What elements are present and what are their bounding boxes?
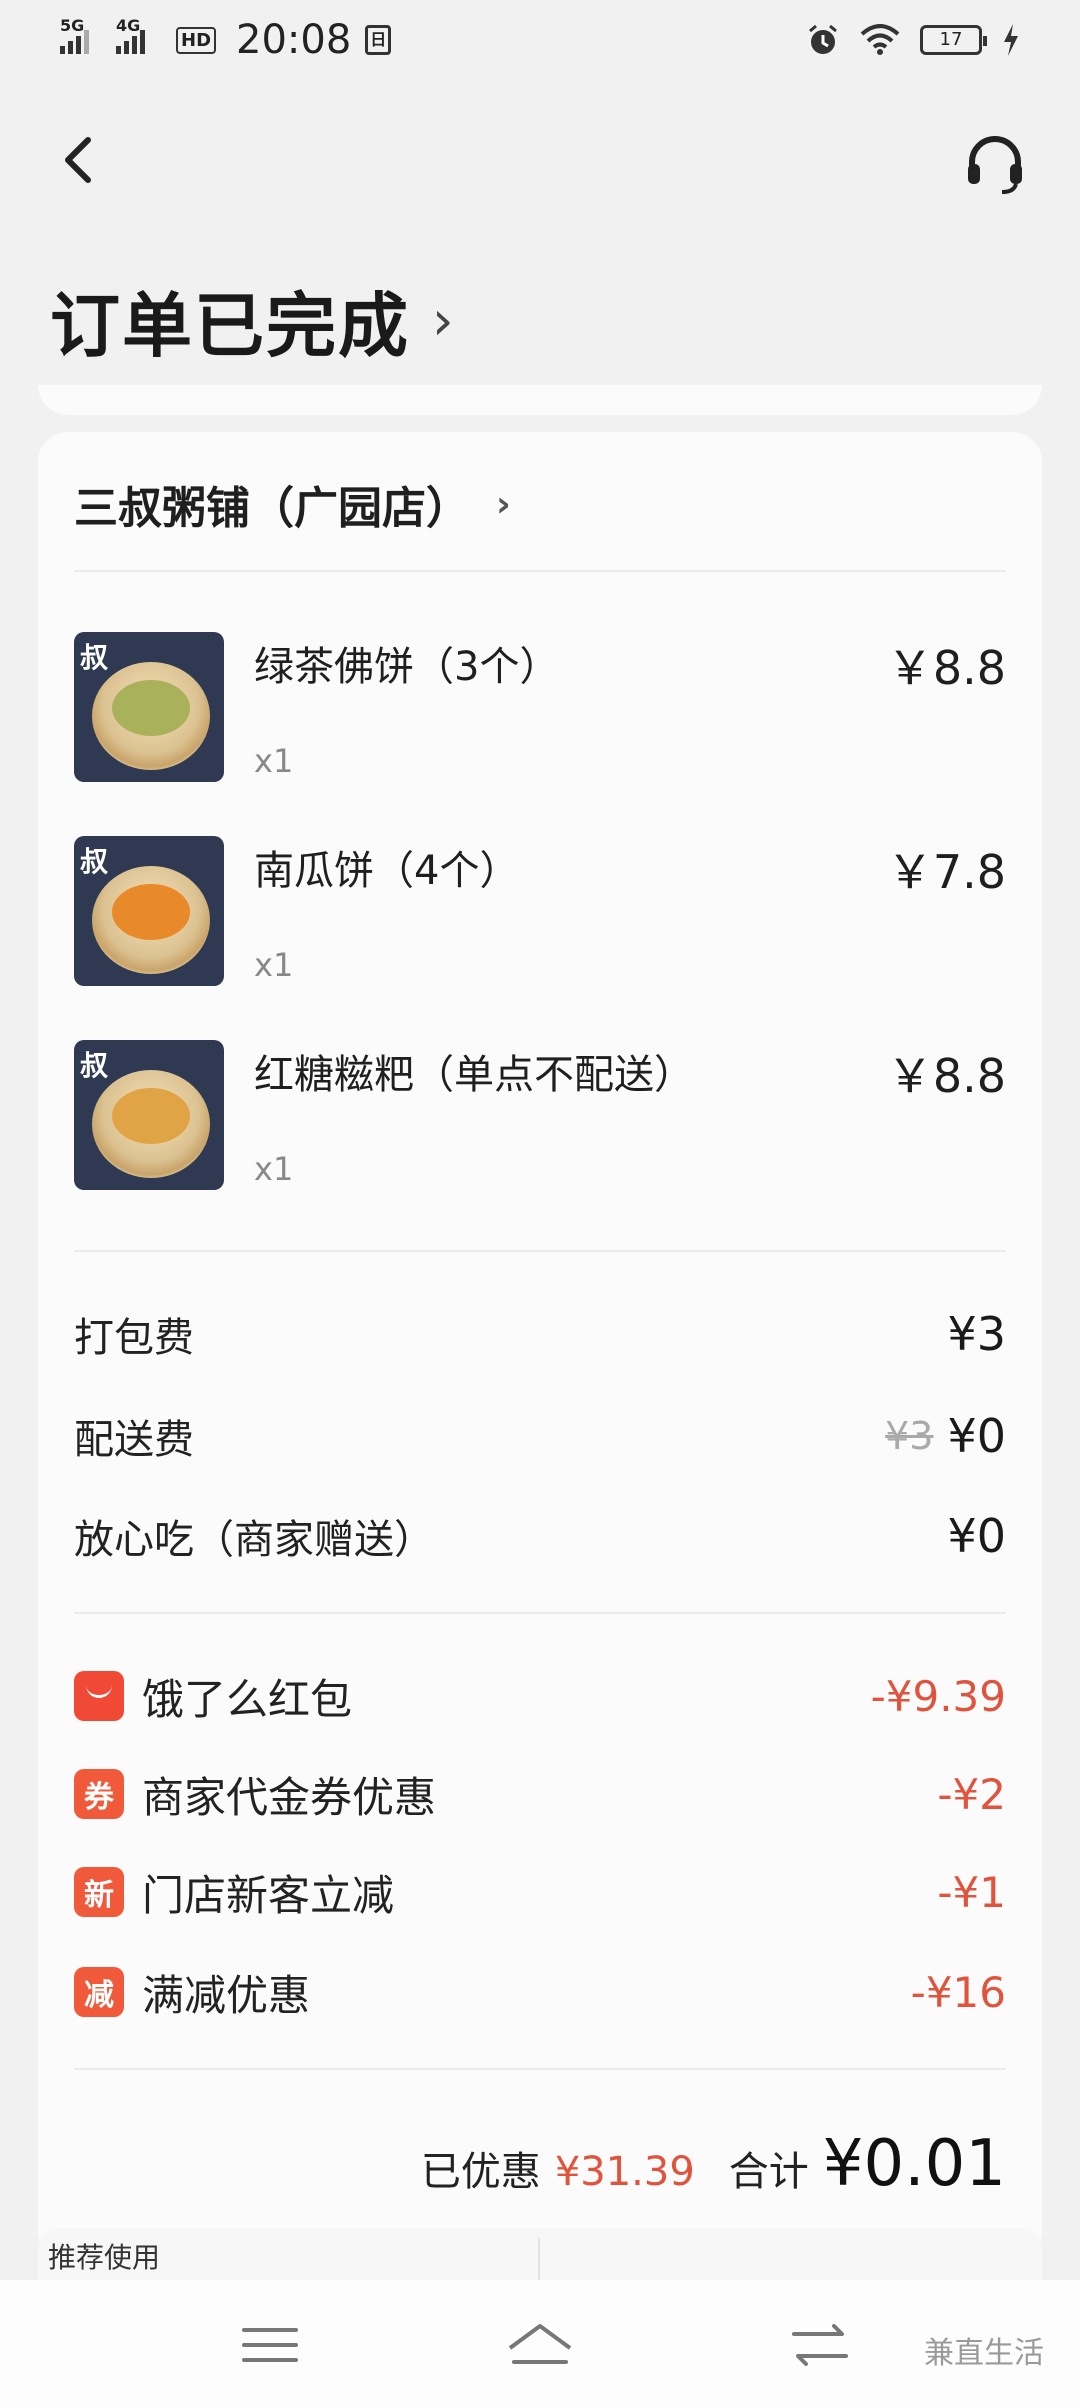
- fee-row-food-safety: 放心吃（商家赠送） ¥0: [74, 1506, 1006, 1566]
- hd-voice-icon: HD: [176, 26, 217, 54]
- back-arrow-icon[interactable]: [50, 130, 110, 190]
- fee-label: 配送费: [74, 1417, 194, 1463]
- item-quantity: x1: [254, 742, 294, 780]
- charging-icon: [1004, 24, 1018, 56]
- system-nav-bar: 兼直生活: [0, 2280, 1080, 2408]
- fee-original-price: ¥3: [885, 1414, 934, 1458]
- order-item[interactable]: 叔 红糖糍粑（单点不配送） x1 ￥8.8: [74, 1040, 1006, 1190]
- wifi-icon: [860, 24, 900, 55]
- item-thumbnail: 叔: [74, 1040, 224, 1190]
- total-amount: ¥0.01: [822, 2127, 1006, 2201]
- cellular-signal-4g-icon: 4G: [116, 16, 162, 54]
- divider: [74, 1250, 1006, 1252]
- discount-label: 门店新客立减: [142, 1870, 395, 1920]
- fee-value: ¥0: [947, 1509, 1006, 1563]
- item-name: 绿茶佛饼（3个）: [254, 644, 560, 690]
- fee-value: ¥0: [947, 1409, 1006, 1463]
- divider: [74, 2068, 1006, 2070]
- shop-link[interactable]: 三叔粥铺（广园店） ›: [74, 472, 511, 536]
- order-item[interactable]: 叔 南瓜饼（4个） x1 ￥7.8: [74, 836, 1006, 986]
- discount-label: 满减优惠: [142, 1970, 311, 2020]
- home-icon[interactable]: [500, 2310, 580, 2380]
- discount-row-voucher: 券 商家代金券优惠 -¥2: [74, 1764, 1006, 1824]
- divider: [74, 1612, 1006, 1614]
- saved-amount: ¥31.39: [554, 2149, 695, 2195]
- item-name: 南瓜饼（4个）: [254, 848, 520, 894]
- order-detail-card: 三叔粥铺（广园店） › 叔 绿茶佛饼（3个） x1 ￥8.8 叔 南瓜饼（4个）…: [38, 432, 1042, 2262]
- fee-value: ¥3: [947, 1307, 1006, 1361]
- item-price: ￥8.8: [886, 641, 1006, 695]
- recommend-tag: 推荐使用: [48, 2241, 161, 2274]
- thumbnail-logo-mark: 叔: [80, 1049, 109, 1082]
- fee-label: 打包费: [74, 1315, 194, 1361]
- item-quantity: x1: [254, 946, 294, 984]
- order-status-title: 订单已完成: [50, 285, 410, 367]
- previous-card-edge: [38, 385, 1042, 415]
- watermark-text: 兼直生活: [924, 2336, 1044, 2371]
- full-reduction-icon: 减: [74, 1967, 124, 2017]
- discount-value: -¥2: [937, 1769, 1006, 1819]
- discount-value: -¥16: [910, 1967, 1006, 2017]
- total-label: 合计: [728, 2149, 809, 2195]
- discount-label: 饿了么红包: [142, 1674, 353, 1724]
- alarm-icon: [809, 24, 837, 54]
- discount-label: 商家代金券优惠: [142, 1772, 437, 1822]
- saved-label: 已优惠: [420, 2149, 541, 2195]
- shop-name: 三叔粥铺（广园店）: [74, 483, 470, 534]
- customer-service-headset-icon[interactable]: [960, 128, 1030, 198]
- cellular-signal-5g-icon: 5G: [60, 16, 102, 54]
- divider: [74, 570, 1006, 572]
- fee-row-delivery: 配送费 ¥3 ¥0: [74, 1406, 1006, 1466]
- item-price: ￥8.8: [886, 1049, 1006, 1103]
- fee-label: 放心吃（商家赠送）: [74, 1517, 434, 1563]
- network-label-5g: 5G: [60, 16, 85, 35]
- discount-value: -¥9.39: [870, 1671, 1006, 1721]
- discount-row-red-packet: 饿了么红包 -¥9.39: [74, 1666, 1006, 1726]
- discount-row-new-customer: 新 门店新客立减 -¥1: [74, 1862, 1006, 1922]
- network-label-4g: 4G: [116, 16, 141, 35]
- item-thumbnail: 叔: [74, 632, 224, 782]
- menu-icon[interactable]: [230, 2310, 310, 2380]
- chevron-right-icon: ›: [496, 483, 511, 525]
- order-item[interactable]: 叔 绿茶佛饼（3个） x1 ￥8.8: [74, 632, 1006, 782]
- order-status-link[interactable]: 订单已完成 ›: [50, 270, 454, 371]
- chevron-right-icon: ›: [432, 289, 454, 352]
- thumbnail-logo-mark: 叔: [80, 845, 109, 878]
- clock-time: 20:08: [236, 17, 352, 63]
- voucher-icon: 券: [74, 1769, 124, 1819]
- status-bar: 5G 4G HD 20:08 日 17: [0, 0, 1080, 80]
- item-quantity: x1: [254, 1150, 294, 1188]
- red-envelope-icon: [74, 1671, 124, 1721]
- fee-row-packaging: 打包费 ¥3: [74, 1304, 1006, 1364]
- discount-value: -¥1: [937, 1867, 1006, 1917]
- item-thumbnail: 叔: [74, 836, 224, 986]
- order-total-summary: 已优惠 ¥31.39 合计 ¥0.01: [421, 2127, 1006, 2201]
- discount-row-full-reduction: 减 满减优惠 -¥16: [74, 1962, 1006, 2022]
- thumbnail-logo-mark: 叔: [80, 641, 109, 674]
- top-nav: [0, 110, 1080, 210]
- item-name: 红糖糍粑（单点不配送）: [254, 1052, 694, 1098]
- item-price: ￥7.8: [886, 845, 1006, 899]
- battery-icon: 17: [920, 25, 987, 55]
- back-switch-icon[interactable]: [780, 2310, 860, 2380]
- new-customer-icon: 新: [74, 1867, 124, 1917]
- notification-badge-icon: 日: [365, 25, 392, 55]
